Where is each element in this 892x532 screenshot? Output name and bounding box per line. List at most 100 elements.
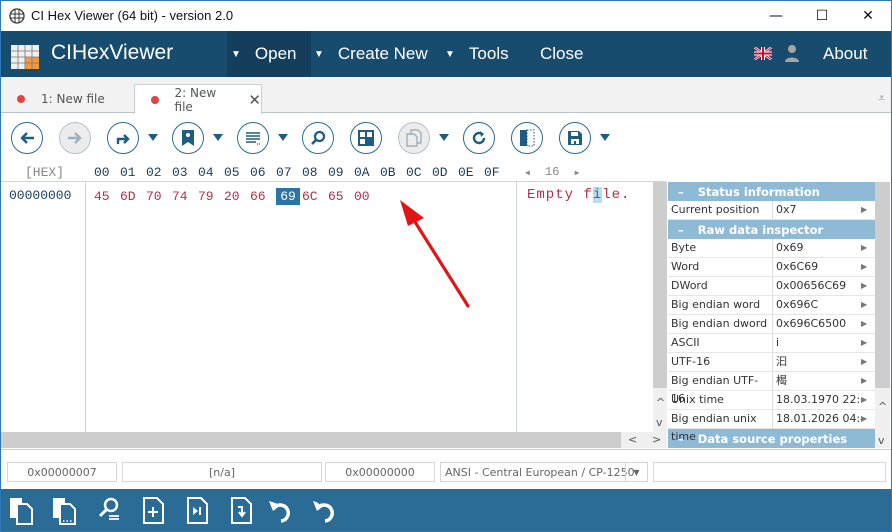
scroll-left-icon[interactable]: <: [628, 433, 637, 446]
inspector-row[interactable]: Byte 0x69 ▶: [668, 239, 875, 258]
new-file-icon[interactable]: [139, 495, 169, 525]
hex-byte[interactable]: 74: [172, 188, 198, 205]
hex-byte[interactable]: 70: [146, 188, 172, 205]
hex-byte[interactable]: 20: [224, 188, 250, 205]
hex-bytes-row[interactable]: 45 6D 70 74 79 20 66 69 6C 65 00: [94, 188, 380, 205]
expand-arrow-icon[interactable]: ▶: [861, 201, 875, 219]
save-dropdown-icon[interactable]: [600, 134, 610, 141]
menu-create-new[interactable]: ▼ Create New: [314, 31, 428, 77]
close-window-button[interactable]: ✕: [845, 1, 891, 31]
redo-icon[interactable]: [311, 495, 341, 525]
offset-field: 0x00000000: [325, 462, 435, 482]
inspector-row[interactable]: Big endian dword 0x696C6500 ▶: [668, 315, 875, 334]
grid-button[interactable]: [350, 122, 382, 154]
bookmark-button[interactable]: [172, 122, 204, 154]
hex-byte[interactable]: 00: [354, 188, 380, 205]
expand-arrow-icon[interactable]: ▶: [861, 410, 875, 428]
menu-open[interactable]: ▼ Open: [227, 31, 311, 77]
tab-close-icon[interactable]: ✕: [248, 91, 261, 109]
tab-list-icon[interactable]: ⩡: [878, 91, 885, 106]
refresh-button[interactable]: [463, 122, 495, 154]
hex-byte[interactable]: 66: [250, 188, 276, 205]
expand-arrow-icon[interactable]: ▶: [861, 239, 875, 257]
scroll-down-icon[interactable]: v: [656, 416, 663, 429]
copy-dropdown-icon[interactable]: [439, 134, 449, 141]
increase-width-icon[interactable]: ▶: [575, 169, 580, 178]
expand-arrow-icon[interactable]: ▶: [861, 315, 875, 333]
column-header: 06: [250, 165, 266, 180]
hex-byte[interactable]: 79: [198, 188, 224, 205]
scroll-right-icon[interactable]: >: [652, 433, 661, 446]
expand-arrow-icon[interactable]: ▶: [861, 353, 875, 371]
expand-arrow-icon[interactable]: ▶: [861, 372, 875, 390]
back-button[interactable]: [11, 122, 43, 154]
scroll-up-icon[interactable]: ^: [878, 400, 887, 413]
goto-dropdown-icon[interactable]: [148, 134, 158, 141]
inspector-row[interactable]: Big endian word 0x696C ▶: [668, 296, 875, 315]
list-dropdown-icon[interactable]: [278, 134, 288, 141]
maximize-button[interactable]: ☐: [799, 1, 845, 31]
menu-tools[interactable]: ▼ Tools: [445, 31, 509, 77]
menu-about[interactable]: About: [823, 31, 867, 77]
forward-button[interactable]: [59, 122, 91, 154]
expand-arrow-icon[interactable]: ▶: [861, 296, 875, 314]
hex-byte[interactable]: 6D: [120, 188, 146, 205]
language-flag-icon[interactable]: [754, 47, 772, 60]
column-header: 03: [172, 165, 188, 180]
inspector-row[interactable]: Word 0x6C69 ▶: [668, 258, 875, 277]
decrease-width-icon[interactable]: ◀: [525, 169, 530, 178]
tab-label: 2: New file: [174, 85, 217, 114]
section-data-source-properties[interactable]: – Data source properties: [668, 429, 875, 448]
inspector-row[interactable]: Big endian unix time 18.01.2026 04:4 ▶: [668, 410, 875, 443]
tab-file-2[interactable]: 2: New file ✕: [134, 84, 262, 114]
bookmark-dropdown-icon[interactable]: [213, 134, 223, 141]
scroll-up-icon[interactable]: ^: [656, 396, 665, 409]
chevron-down-icon[interactable]: ▼: [625, 463, 647, 481]
inspector-row[interactable]: Current position 0x7 ▶: [668, 201, 875, 220]
menu-close[interactable]: Close: [540, 31, 583, 77]
editor-horizontal-scrollbar[interactable]: < >: [1, 432, 667, 448]
hex-byte[interactable]: 6C: [302, 188, 328, 205]
minimize-button[interactable]: —: [753, 1, 799, 31]
hex-byte-selected[interactable]: 69: [276, 188, 300, 205]
inspector-row[interactable]: Big endian UTF-16 楬 ▶: [668, 372, 875, 405]
ascii-text[interactable]: Empty file.: [527, 187, 630, 203]
column-header: 04: [198, 165, 214, 180]
inspector-row[interactable]: DWord 0x00656C69 ▶: [668, 277, 875, 296]
search-button[interactable]: [302, 122, 334, 154]
scroll-down-icon[interactable]: v: [878, 434, 885, 447]
user-icon[interactable]: [784, 44, 800, 62]
inspector-scrollbar[interactable]: ^ v: [875, 182, 890, 448]
copy-button[interactable]: [398, 122, 430, 154]
undo-icon[interactable]: [267, 495, 297, 525]
import-icon[interactable]: [227, 495, 257, 525]
encoding-select[interactable]: ANSI - Central European / CP-1250 ▼: [440, 462, 648, 482]
inspector-key: Big endian word: [668, 296, 773, 314]
inspector-row[interactable]: Unix time 18.03.1970 22:2 ▶: [668, 391, 875, 410]
position-field: 0x00000007: [7, 462, 117, 482]
section-raw-data-inspector[interactable]: – Raw data inspector: [668, 220, 875, 239]
save-button[interactable]: [559, 122, 591, 154]
expand-arrow-icon[interactable]: ▶: [861, 277, 875, 295]
expand-arrow-icon[interactable]: ▶: [861, 334, 875, 352]
hex-byte[interactable]: 45: [94, 188, 120, 205]
go-to-end-icon[interactable]: [183, 495, 213, 525]
inspector-row[interactable]: ASCII i ▶: [668, 334, 875, 353]
split-panel-button[interactable]: [511, 122, 543, 154]
goto-button[interactable]: [107, 122, 139, 154]
scroll-track: ^ v: [875, 388, 890, 448]
find-list-icon[interactable]: [95, 495, 125, 525]
tab-file-1[interactable]: 1: New file: [1, 84, 131, 114]
close-icon: ✕: [862, 8, 874, 24]
ascii-column[interactable]: Empty file.: [516, 182, 653, 432]
hex-byte[interactable]: 65: [328, 188, 354, 205]
inspector-row[interactable]: UTF-16 汩 ▶: [668, 353, 875, 372]
section-status-information[interactable]: – Status information: [668, 182, 875, 201]
expand-arrow-icon[interactable]: ▶: [861, 258, 875, 276]
editor-vertical-scrollbar[interactable]: ^ v: [653, 182, 667, 432]
list-button[interactable]: [237, 122, 269, 154]
expand-arrow-icon[interactable]: ▶: [861, 391, 875, 409]
paste-special-icon[interactable]: [50, 495, 80, 525]
paste-icon[interactable]: [7, 495, 37, 525]
inspector-value: 0x696C: [776, 298, 819, 311]
